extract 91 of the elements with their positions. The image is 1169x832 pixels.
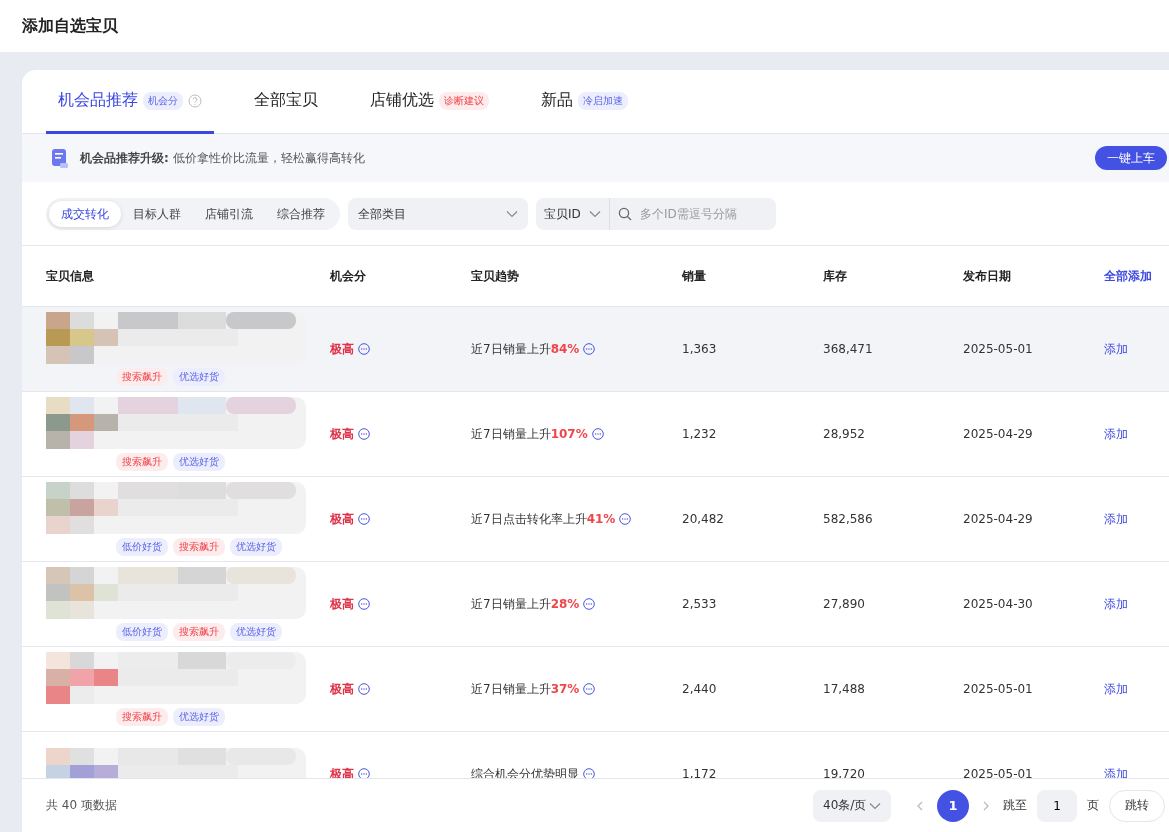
add-link[interactable]: 添加 — [1104, 510, 1169, 528]
sales-cell-text: 2,440 — [682, 682, 718, 696]
tag: 搜索飙升 — [173, 538, 225, 556]
trend-text: 近7日销量上升84% — [471, 340, 580, 358]
tab-badge: 机会分 — [143, 91, 183, 110]
score-text: 极高 — [330, 595, 354, 613]
chevron-down-icon — [869, 801, 881, 810]
stock-cell-text: 17,488 — [823, 682, 866, 696]
more-icon[interactable] — [358, 768, 370, 778]
goto-label: 跳至 — [1003, 797, 1027, 814]
search-icon — [618, 207, 632, 221]
page-button[interactable]: 1 — [937, 789, 969, 822]
total-count: 共 40 项数据 — [46, 797, 118, 814]
tag: 优选好货 — [230, 538, 282, 556]
tag: 低价好货 — [116, 538, 168, 556]
stock-cell-text: 28,952 — [823, 427, 866, 441]
date-cell-text: 2025-05-01 — [963, 342, 1034, 356]
more-icon[interactable] — [583, 768, 595, 778]
stock-cell-text: 27,890 — [823, 597, 866, 611]
score-text: 极高 — [330, 425, 354, 443]
more-icon[interactable] — [358, 598, 370, 610]
more-icon[interactable] — [591, 428, 604, 440]
table-row[interactable]: 搜索飙升 优选好货 极高 近7日销量上升84% 1,363 368,471 2025-05-01 添加 — [22, 307, 1169, 392]
tag: 搜索飙升 — [116, 368, 168, 386]
add-link[interactable]: 添加 — [1104, 425, 1169, 443]
id-type-select[interactable]: 宝贝ID — [544, 205, 581, 223]
tab-badge: 诊断建议 — [439, 91, 489, 110]
tag: 优选好货 — [173, 368, 225, 386]
sales-cell-text: 1,232 — [682, 427, 718, 441]
more-icon[interactable] — [358, 513, 370, 525]
more-icon[interactable] — [583, 343, 596, 355]
category-select[interactable]: 全部类目 — [348, 198, 528, 230]
tag: 优选好货 — [230, 623, 282, 641]
score-text: 极高 — [330, 510, 354, 528]
trend-text: 近7日销量上升107% — [471, 425, 588, 443]
sales-cell-text: 20,482 — [682, 512, 725, 526]
column-header: 库存 — [823, 267, 848, 285]
tag: 搜索飙升 — [173, 623, 225, 641]
tag: 低价好货 — [116, 623, 168, 641]
more-icon[interactable] — [583, 683, 596, 695]
page-unit: 页 — [1087, 797, 1099, 814]
tag: 优选好货 — [173, 708, 225, 726]
document-icon — [50, 147, 70, 169]
add-link[interactable]: 添加 — [1104, 680, 1169, 698]
trend-text: 近7日销量上升28% — [471, 595, 580, 613]
column-header: 宝贝信息 — [46, 267, 95, 285]
date-cell-text: 2025-05-01 — [963, 682, 1034, 696]
more-icon[interactable] — [619, 513, 632, 525]
tag: 优选好货 — [173, 453, 225, 471]
tag: 搜索飙升 — [116, 708, 168, 726]
tab-badge: 冷启加速 — [578, 91, 628, 110]
add-link[interactable]: 添加 — [1104, 595, 1169, 613]
chevron-down-icon — [589, 210, 601, 218]
date-cell-text: 2025-05-01 — [963, 767, 1034, 778]
chevron-down-icon — [506, 210, 518, 218]
add-all-link[interactable]: 全部添加 — [1104, 267, 1169, 285]
trend-text: 近7日销量上升37% — [471, 680, 580, 698]
page-size-select[interactable]: 40条/页 — [813, 789, 891, 822]
column-header: 发布日期 — [963, 267, 1012, 285]
one-click-button[interactable]: 一键上车 — [1095, 146, 1167, 170]
more-icon[interactable] — [358, 343, 370, 355]
segment-option[interactable]: 综合推荐 — [265, 201, 337, 227]
tab[interactable]: 新品 冷启加速 — [529, 70, 640, 134]
date-cell-text: 2025-04-29 — [963, 512, 1034, 526]
date-cell-text: 2025-04-29 — [963, 427, 1034, 441]
more-icon[interactable] — [358, 683, 370, 695]
add-link[interactable]: 添加 — [1104, 340, 1169, 358]
page-title: 添加自选宝贝 — [22, 15, 118, 37]
goto-button[interactable]: 跳转 — [1109, 789, 1165, 822]
more-icon[interactable] — [583, 598, 596, 610]
stock-cell-text: 368,471 — [823, 342, 874, 356]
column-header: 销量 — [682, 267, 707, 285]
score-text: 极高 — [330, 340, 354, 358]
sales-cell-text: 2,533 — [682, 597, 718, 611]
column-header: 宝贝趋势 — [471, 267, 520, 285]
banner-text: 机会品推荐升级: 低价拿性价比流量，轻松赢得高转化 — [80, 149, 366, 167]
more-icon[interactable] — [358, 428, 370, 440]
segment-option[interactable]: 成交转化 — [49, 201, 121, 227]
trend-text: 近7日点击转化率上升41% — [471, 510, 616, 528]
column-header: 机会分 — [330, 267, 367, 285]
segment-option[interactable]: 目标人群 — [121, 201, 193, 227]
date-cell-text: 2025-04-30 — [963, 597, 1034, 611]
page-input[interactable]: 1 — [1037, 789, 1077, 822]
sales-cell-text: 1,363 — [682, 342, 718, 356]
score-text: 极高 — [330, 680, 354, 698]
tab[interactable]: 店铺优选 诊断建议 — [358, 70, 501, 134]
segment-option[interactable]: 店铺引流 — [193, 201, 265, 227]
stock-cell-text: 582,586 — [823, 512, 874, 526]
tab[interactable]: 全部宝贝 — [242, 70, 330, 134]
id-search-field[interactable]: 宝贝ID 多个ID需逗号分隔 — [536, 198, 776, 230]
tag: 搜索飙升 — [116, 453, 168, 471]
